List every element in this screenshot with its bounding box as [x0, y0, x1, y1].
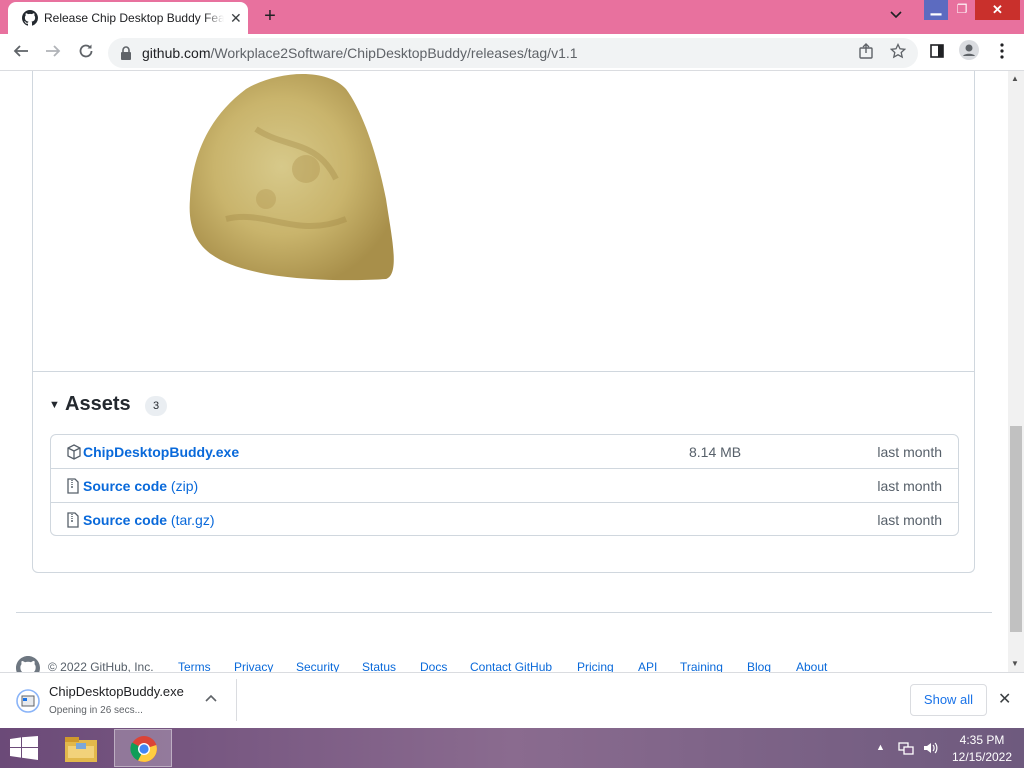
file-zip-icon — [67, 512, 79, 533]
side-panel-icon[interactable] — [924, 40, 950, 66]
clock-time[interactable]: 4:35 PM — [954, 733, 1010, 747]
download-shelf: ChipDesktopBuddy.exe Opening in 26 secs.… — [0, 672, 1024, 728]
asset-date: last month — [877, 444, 942, 460]
chrome-icon — [130, 736, 157, 762]
windows-taskbar: ▲ 4:35 PM 12/15/2022 — [0, 728, 1024, 768]
footer-link-security[interactable]: Security — [296, 660, 339, 672]
file-zip-icon — [67, 478, 79, 499]
window-close-button[interactable]: ✕ — [975, 0, 1020, 20]
asset-size: 8.14 MB — [689, 444, 742, 460]
download-separator — [236, 679, 237, 721]
asset-row: Source code (tar.gz) last month — [51, 503, 958, 537]
new-tab-button[interactable]: + — [258, 4, 282, 28]
browser-menu-icon[interactable] — [989, 40, 1015, 66]
footer-link-pricing[interactable]: Pricing — [577, 660, 614, 672]
card-divider — [33, 371, 974, 372]
file-explorer-icon[interactable] — [62, 732, 100, 764]
download-filename[interactable]: ChipDesktopBuddy.exe — [49, 684, 184, 699]
chrome-taskbar-button[interactable] — [114, 729, 172, 767]
back-button[interactable] — [8, 40, 34, 66]
address-bar[interactable]: github.com/Workplace2Software/ChipDeskto… — [108, 38, 918, 68]
footer-link-terms[interactable]: Terms — [178, 660, 211, 672]
page-viewport: ▼ Assets 3 ChipDesktopBuddy.exe 8.14 MB … — [0, 71, 1008, 672]
tab-title-fade — [204, 8, 224, 28]
chevron-up-icon[interactable] — [205, 691, 217, 705]
tray-expand-icon[interactable]: ▲ — [876, 742, 885, 752]
asset-row: Source code (zip) last month — [51, 469, 958, 503]
assets-collapse-caret-icon[interactable]: ▼ — [49, 399, 60, 411]
show-all-button[interactable]: Show all — [910, 684, 987, 716]
clock-date[interactable]: 12/15/2022 — [950, 750, 1014, 764]
footer-link-contact[interactable]: Contact GitHub — [470, 660, 552, 672]
asset-row: ChipDesktopBuddy.exe 8.14 MB last month — [51, 435, 958, 469]
footer-link-blog[interactable]: Blog — [747, 660, 771, 672]
profile-avatar-icon[interactable] — [956, 40, 982, 66]
github-logo-icon[interactable] — [16, 656, 40, 672]
volume-icon[interactable] — [922, 740, 938, 761]
page-scrollbar[interactable]: ▲ ▼ — [1008, 71, 1024, 672]
footer-link-privacy[interactable]: Privacy — [234, 660, 273, 672]
scroll-up-icon[interactable]: ▲ — [1011, 74, 1019, 83]
scroll-thumb[interactable] — [1010, 426, 1022, 632]
reload-button[interactable] — [73, 40, 99, 66]
asset-list: ChipDesktopBuddy.exe 8.14 MB last month … — [50, 434, 959, 536]
share-icon[interactable] — [853, 40, 879, 66]
network-icon[interactable] — [898, 740, 914, 761]
asset-link[interactable]: Source code (tar.gz) — [83, 512, 215, 528]
download-file-icon[interactable] — [16, 689, 40, 718]
footer-link-docs[interactable]: Docs — [420, 660, 447, 672]
assets-count-badge: 3 — [145, 396, 167, 416]
forward-button[interactable] — [40, 40, 66, 66]
asset-link[interactable]: Source code (zip) — [83, 478, 198, 494]
browser-titlebar: Release Chip Desktop Buddy Feature ✕ + ▁… — [0, 0, 1024, 34]
footer-copyright: © 2022 GitHub, Inc. — [48, 660, 154, 672]
footer-link-about[interactable]: About — [796, 660, 827, 672]
window-minimize-button[interactable]: ▁ — [924, 0, 948, 20]
footer-link-api[interactable]: API — [638, 660, 657, 672]
assets-heading[interactable]: Assets — [65, 393, 131, 416]
asset-date: last month — [877, 512, 942, 528]
github-icon — [22, 10, 38, 31]
asset-date: last month — [877, 478, 942, 494]
footer-link-training[interactable]: Training — [680, 660, 723, 672]
footer-divider — [16, 612, 992, 613]
release-card: ▼ Assets 3 ChipDesktopBuddy.exe 8.14 MB … — [32, 71, 975, 573]
tab-search-chevron-icon[interactable] — [890, 8, 902, 22]
windows-start-icon[interactable] — [10, 736, 38, 765]
tab-close-icon[interactable]: ✕ — [230, 10, 242, 26]
bookmark-star-icon[interactable] — [885, 40, 911, 66]
close-icon[interactable]: ✕ — [998, 689, 1011, 709]
download-status: Opening in 26 secs... — [49, 705, 143, 716]
asset-link[interactable]: ChipDesktopBuddy.exe — [83, 444, 239, 460]
browser-tab[interactable]: Release Chip Desktop Buddy Feature ✕ — [8, 2, 248, 34]
tab-title: Release Chip Desktop Buddy Feature — [44, 11, 224, 25]
page-footer: © 2022 GitHub, Inc. Terms Privacy Securi… — [16, 656, 1006, 672]
footer-link-status[interactable]: Status — [362, 660, 396, 672]
scroll-down-icon[interactable]: ▼ — [1011, 659, 1019, 668]
lock-icon[interactable] — [120, 46, 132, 65]
browser-toolbar: github.com/Workplace2Software/ChipDeskto… — [0, 34, 1024, 71]
package-icon — [67, 444, 81, 465]
url-text[interactable]: github.com/Workplace2Software/ChipDeskto… — [142, 45, 578, 61]
window-restore-button[interactable]: ❐ — [950, 0, 974, 20]
